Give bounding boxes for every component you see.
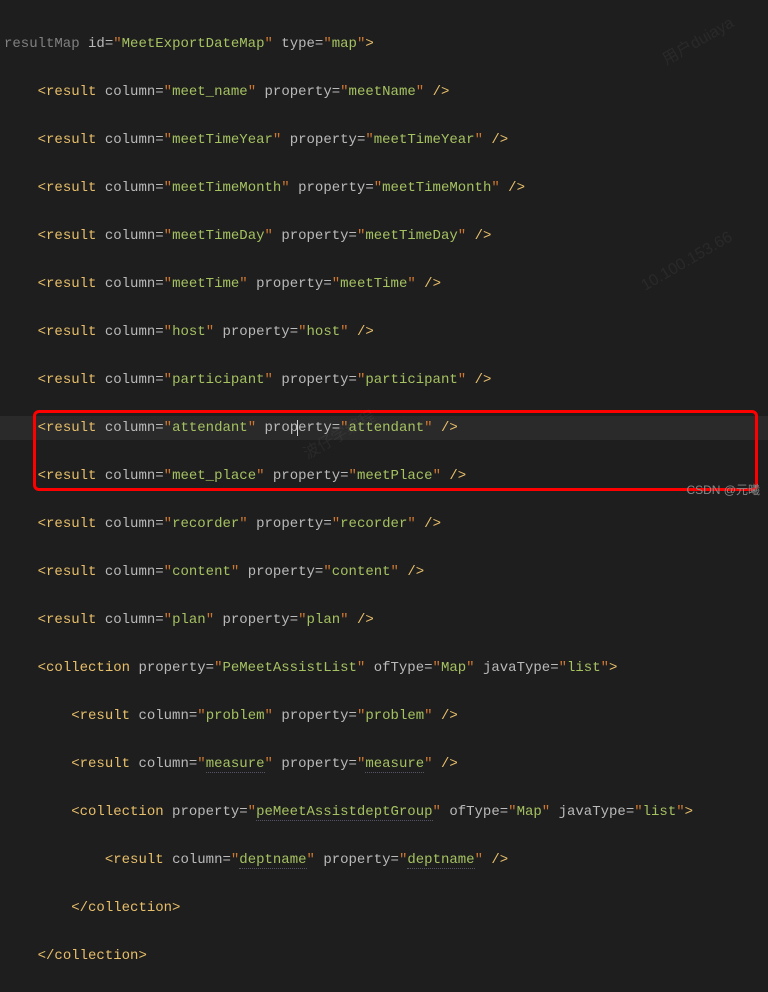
- code-line: <collection property="peMeetAssistdeptGr…: [0, 800, 768, 824]
- code-line: <result column="problem" property="probl…: [0, 704, 768, 728]
- code-line: <result column="meetTimeMonth" property=…: [0, 176, 768, 200]
- code-editor[interactable]: resultMap id="MeetExportDateMap" type="m…: [0, 0, 768, 992]
- code-line: <result column="host" property="host" />: [0, 320, 768, 344]
- code-line: </collection>: [0, 896, 768, 920]
- code-line: <result column="meetTimeDay" property="m…: [0, 224, 768, 248]
- code-line: <collection property="PeMeetAssistList" …: [0, 656, 768, 680]
- code-line: <result column="content" property="conte…: [0, 560, 768, 584]
- code-line: </collection>: [0, 944, 768, 968]
- attribution-text: CSDN @元曦: [686, 478, 760, 502]
- code-line: <result column="participant" property="p…: [0, 368, 768, 392]
- code-line: <result column="meetTimeYear" property="…: [0, 128, 768, 152]
- code-line-active: <result column="attendant" property="att…: [0, 416, 768, 440]
- code-line: <result column="measure" property="measu…: [0, 752, 768, 776]
- code-line: <result column="meet_place" property="me…: [0, 464, 768, 488]
- code-line: resultMap id="MeetExportDateMap" type="m…: [0, 32, 768, 56]
- code-line: <result column="meet_name" property="mee…: [0, 80, 768, 104]
- code-line: <result column="plan" property="plan" />: [0, 608, 768, 632]
- code-line: <result column="meetTime" property="meet…: [0, 272, 768, 296]
- code-line: <result column="deptname" property="dept…: [0, 848, 768, 872]
- code-line: <result column="recorder" property="reco…: [0, 512, 768, 536]
